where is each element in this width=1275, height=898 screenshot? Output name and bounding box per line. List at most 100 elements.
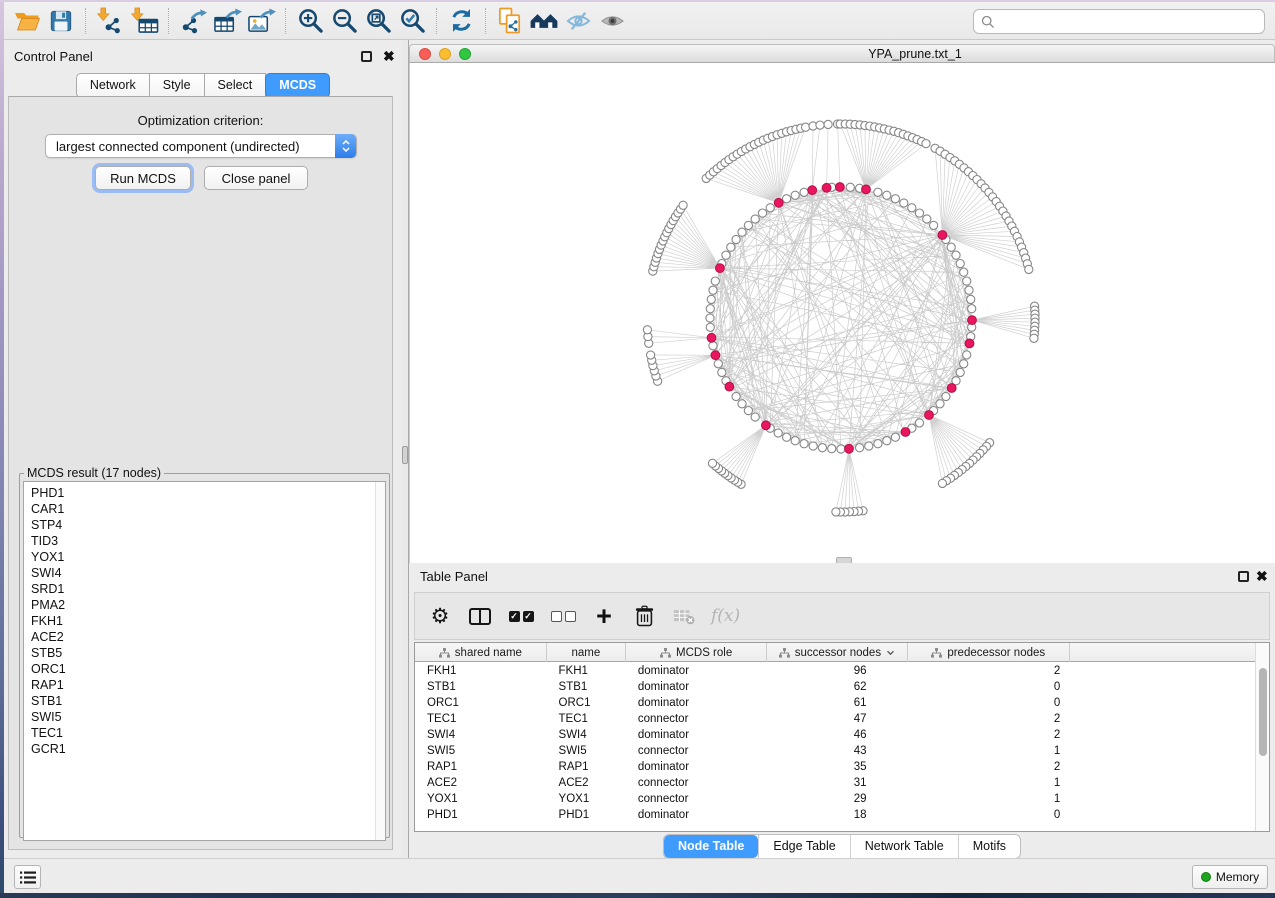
table-scrollbar[interactable] [1255,643,1269,831]
network-node[interactable] [800,188,808,196]
mcds-result-item[interactable]: ORC1 [31,661,375,677]
close-panel-button[interactable]: Close panel [204,166,308,190]
mcds-node[interactable] [711,351,720,360]
table-cell[interactable]: connector [626,743,767,759]
network-node[interactable] [923,215,931,223]
table-cell[interactable]: 18 [767,807,909,823]
open-file-button[interactable] [10,5,44,37]
table-row[interactable]: FKH1FKH1dominator962 [415,663,1255,679]
network-node[interactable] [709,286,717,294]
table-cell[interactable]: dominator [626,727,767,743]
network-node[interactable] [963,351,971,359]
mcds-node[interactable] [822,183,831,192]
network-node[interactable] [960,268,968,276]
network-node[interactable] [965,286,973,294]
mcds-node[interactable] [862,185,871,194]
table-cell[interactable] [1070,695,1255,711]
network-node[interactable] [643,326,651,334]
tab-network[interactable]: Network [76,73,150,98]
network-node[interactable] [963,277,971,285]
table-cell[interactable] [1070,775,1255,791]
table-cell[interactable]: PHD1 [547,807,626,823]
table-cell[interactable]: ACE2 [547,775,626,791]
table-cell[interactable]: SWI5 [415,743,547,759]
table-row[interactable]: YOX1YOX1connector291 [415,791,1255,807]
memory-button[interactable]: Memory [1192,865,1268,889]
network-node[interactable] [952,251,960,259]
deselect-all-button[interactable] [549,601,577,631]
refresh-button[interactable] [444,5,478,37]
network-node[interactable] [967,295,975,303]
network-node[interactable] [706,314,714,322]
table-cell[interactable]: connector [626,775,767,791]
network-node[interactable] [738,228,746,236]
table-cell[interactable]: 46 [767,727,909,743]
table-cell[interactable]: RAP1 [547,759,626,775]
table-cell[interactable]: 96 [767,663,909,679]
network-node[interactable] [709,342,717,350]
close-window-traffic-light[interactable] [419,48,431,60]
vertical-splitter[interactable] [402,40,409,858]
mcds-result-item[interactable]: STB1 [31,693,375,709]
optimization-criterion-dropdown[interactable]: largest connected component (undirected) [45,134,357,158]
table-row[interactable]: SWI5SWI5connector431 [415,743,1255,759]
table-cell[interactable]: ACE2 [415,775,547,791]
mcds-node[interactable] [965,339,974,348]
table-cell[interactable]: FKH1 [547,663,626,679]
table-cell[interactable]: 1 [909,791,1071,807]
table-cell[interactable] [1070,807,1255,823]
network-node[interactable] [791,437,799,445]
network-node[interactable] [738,400,746,408]
table-cell[interactable]: connector [626,711,767,727]
table-cell[interactable]: 1 [909,775,1071,791]
table-cell[interactable]: 47 [767,711,909,727]
close-panel-icon[interactable]: ✖ [383,47,395,65]
zoom-out-button[interactable] [327,5,361,37]
column-header-predecessor-nodes[interactable]: predecessor nodes [908,643,1070,662]
mcds-node[interactable] [774,198,783,207]
delete-column-button[interactable] [631,601,657,631]
table-cell[interactable]: 31 [767,775,909,791]
network-node[interactable] [783,195,791,203]
network-node[interactable] [874,188,882,196]
mcds-result-item[interactable]: ACE2 [31,629,375,645]
import-table-button[interactable] [127,5,161,37]
network-node[interactable] [832,508,840,516]
table-scrollbar-thumb[interactable] [1259,668,1267,756]
network-node[interactable] [900,199,908,207]
network-node[interactable] [707,295,715,303]
network-node[interactable] [1030,334,1038,342]
mcds-node[interactable] [725,382,734,391]
first-neighbors-button[interactable] [527,5,561,37]
table-cell[interactable]: 0 [909,695,1071,711]
network-node[interactable] [711,277,719,285]
network-node[interactable] [883,437,891,445]
column-header-MCDS-role[interactable]: MCDS role [626,643,767,662]
table-cell[interactable] [1070,791,1255,807]
mcds-node[interactable] [845,444,854,453]
table-row[interactable]: STB1STB1dominator620 [415,679,1255,695]
network-node[interactable] [783,433,791,441]
network-node[interactable] [930,221,938,229]
network-node[interactable] [936,400,944,408]
mcds-node[interactable] [762,421,771,430]
network-node[interactable] [956,368,964,376]
network-node[interactable] [732,392,740,400]
mcds-node[interactable] [707,333,716,342]
table-cell[interactable]: YOX1 [415,791,547,807]
network-node[interactable] [891,195,899,203]
mcds-result-item[interactable]: TEC1 [31,725,375,741]
network-node[interactable] [751,215,759,223]
run-mcds-button[interactable]: Run MCDS [95,166,191,190]
network-node[interactable] [956,260,964,268]
mcds-node[interactable] [716,264,725,273]
table-cell[interactable]: YOX1 [547,791,626,807]
table-cell[interactable] [1070,663,1255,679]
network-node[interactable] [938,479,946,487]
table-cell[interactable]: SWI4 [547,727,626,743]
mcds-node[interactable] [968,316,977,325]
table-cell[interactable]: ORC1 [547,695,626,711]
mcds-result-item[interactable]: RAP1 [31,677,375,693]
mcds-result-item[interactable]: TID3 [31,533,375,549]
mcds-result-item[interactable]: GCR1 [31,741,375,757]
